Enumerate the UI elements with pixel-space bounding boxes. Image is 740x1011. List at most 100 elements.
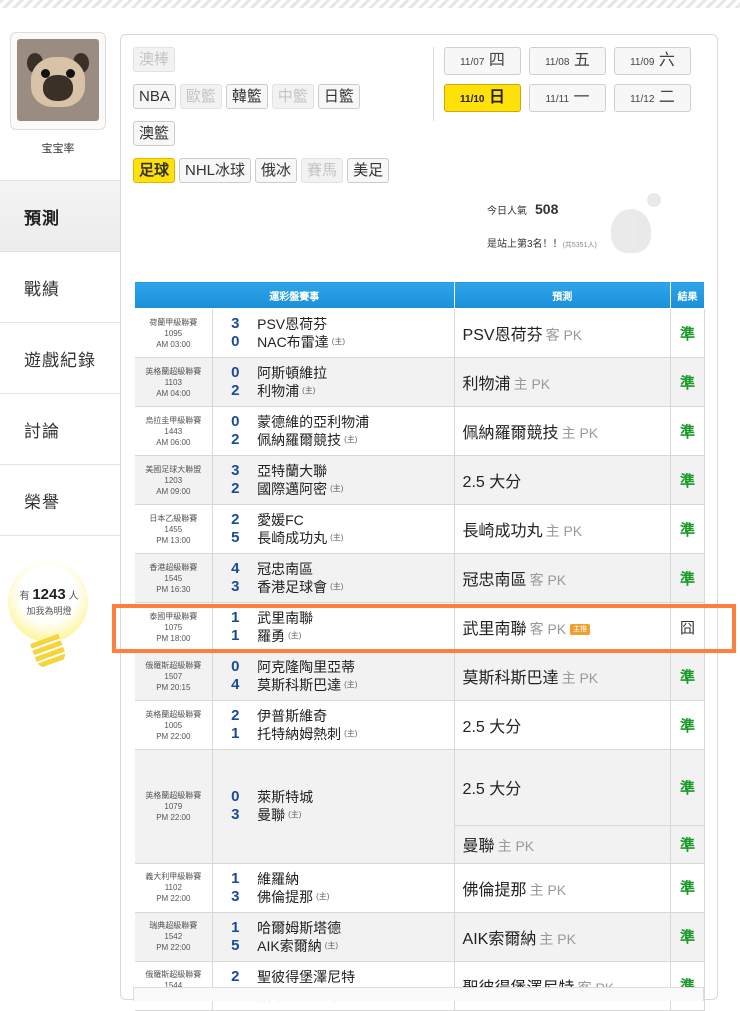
match-league: 英格蘭超級聯賽 xyxy=(145,709,202,719)
date-button[interactable]: 11/10 日 xyxy=(444,84,521,112)
team-name[interactable]: 哈爾姆斯塔德 xyxy=(257,919,341,937)
date-row: 11/07 四 11/08 五 11/09 六 xyxy=(444,47,713,75)
lightbulb-widget[interactable]: 有 1243 人 加我為明燈 xyxy=(8,562,88,672)
team-name[interactable]: 莫斯科斯巴達 xyxy=(257,676,341,694)
result: 準 xyxy=(670,455,706,505)
team-name[interactable]: 武里南聯 xyxy=(257,609,313,627)
team-name[interactable]: 阿克隆陶里亞蒂 xyxy=(257,658,355,676)
team-name[interactable]: 阿斯頓維拉 xyxy=(257,364,327,382)
team-name[interactable]: 維羅納 xyxy=(257,870,299,888)
category-tab[interactable]: 足球 xyxy=(133,158,176,183)
prediction-tag: 主 PK xyxy=(545,523,583,539)
team-name[interactable]: 蒙德維的亞利物浦 xyxy=(257,413,369,431)
team-line: 1 托特納姆熱刺 (主) xyxy=(231,725,453,743)
category-tab[interactable]: 澳籃 xyxy=(133,121,176,146)
team-line: 2 伊普斯維奇 xyxy=(231,707,453,725)
team-name[interactable]: 羅勇 xyxy=(257,627,285,645)
team-name[interactable]: 伊普斯維奇 xyxy=(257,707,327,725)
follow-link[interactable]: 加我為明燈 xyxy=(8,604,90,617)
date-button[interactable]: 11/12 二 xyxy=(614,84,691,112)
team-line: 3 亞特蘭大聯 xyxy=(231,462,453,480)
team-name[interactable]: 利物浦 xyxy=(257,382,299,400)
date-label: 11/07 xyxy=(460,57,485,68)
header-prediction: 預測 xyxy=(453,281,671,309)
team-line: 4 莫斯科斯巴達 (主) xyxy=(231,676,453,694)
date-button[interactable]: 11/11 一 xyxy=(529,84,606,112)
date-button[interactable]: 11/09 六 xyxy=(614,47,691,75)
match-info: 瑞典超級聯賽 1542 PM 22:00 xyxy=(134,912,214,962)
home-tag: (主) xyxy=(344,435,358,444)
avatar-frame[interactable] xyxy=(10,32,106,130)
home-tag: (主) xyxy=(330,484,344,493)
match-info: 俄羅斯超級聯賽1544PM 22:30 xyxy=(134,961,214,1011)
home-tag: (主) xyxy=(331,337,346,346)
team-score: 2 xyxy=(231,967,240,985)
team-name[interactable]: 國際邁阿密 xyxy=(257,480,327,498)
category-tab[interactable]: 美足 xyxy=(347,158,390,183)
date-button[interactable]: 11/07 四 xyxy=(444,47,521,75)
sidebar-item-0[interactable]: 預測 xyxy=(0,180,122,252)
sidebar-item-4[interactable]: 榮譽 xyxy=(0,465,122,536)
teams: 1 武里南聯 1 羅勇 (主) xyxy=(212,602,455,652)
prediction: 武里南聯客 PK 主推 xyxy=(454,602,671,652)
match-code: 1455 xyxy=(164,524,183,534)
date-label: 11/12 xyxy=(630,94,655,105)
result: 準 xyxy=(670,700,706,750)
prediction-pick: PSV恩荷芬 xyxy=(462,327,543,344)
team-name[interactable]: AIK索爾納 xyxy=(257,937,322,955)
avatar[interactable] xyxy=(17,39,99,121)
category-tab[interactable]: 俄冰 xyxy=(255,158,298,183)
result: 準 xyxy=(670,825,706,864)
category-tab[interactable]: NBA xyxy=(133,84,176,109)
match-time: AM 09:00 xyxy=(156,486,191,496)
teams: 1 維羅納 3 佛倫提那 (主) xyxy=(212,863,455,913)
team-score: 2 xyxy=(231,480,240,497)
team-name[interactable]: 曼聯 xyxy=(257,806,285,824)
table-row: 日本乙級聯賽 1455 PM 13:00 2 愛媛FC 5 長崎成功丸 (主) 長崎成功丸主 P… xyxy=(134,504,706,554)
category-tab[interactable]: 日籃 xyxy=(317,84,360,109)
result: 準 xyxy=(670,308,706,358)
team-name[interactable]: 香港足球會 xyxy=(257,578,327,596)
teams: 0 萊斯特城 3 曼聯 (主) xyxy=(212,749,455,864)
team-name[interactable]: 托特納姆熱刺 xyxy=(257,725,341,743)
team-line: 0 阿斯頓維拉 xyxy=(231,364,453,382)
table-row: 香港超級聯賽 1545 PM 16:30 4 冠忠南區 3 香港足球會 (主) 冠忠南區客 PK… xyxy=(134,553,706,603)
team-name[interactable]: 亞特蘭大聯 xyxy=(257,462,327,480)
team-name[interactable]: NAC布雷達 xyxy=(257,333,329,351)
match-league: 烏拉圭甲級聯賽 xyxy=(145,415,202,425)
match-info: 英格蘭超級聯賽 1079 PM 22:00 xyxy=(134,749,214,864)
sidebar-item-1[interactable]: 戰績 xyxy=(0,252,122,323)
team-name[interactable]: 萊斯特城 xyxy=(257,788,313,806)
prediction-tag: 主 PK xyxy=(539,930,576,947)
category-tab: 歐籃 xyxy=(179,84,222,109)
prediction: 2.5 大分 xyxy=(454,700,671,750)
prediction-pick: 2.5 大分 xyxy=(462,781,522,799)
left-sidebar: 宝宝率 預測 戰績 遊戲紀錄 討論 榮譽 有 1243 人 加我為明燈 xyxy=(0,32,122,1000)
sport-categories: 澳棒 NBA 歐籃 韓籃 中籃 日籃 澳籃 足球 NHL冰球 俄冰 賽馬 美足 xyxy=(133,47,428,195)
team-name[interactable]: 聖彼得堡澤尼特 xyxy=(257,968,355,986)
match-league: 香港超級聯賽 xyxy=(149,562,198,572)
prediction-pick: 長崎成功丸 xyxy=(462,523,543,540)
result: 準 xyxy=(670,406,706,456)
teams: 2 愛媛FC 5 長崎成功丸 (主) xyxy=(212,504,455,554)
team-name[interactable]: 愛媛FC xyxy=(257,511,304,529)
date-button[interactable]: 11/08 五 xyxy=(529,47,606,75)
team-name[interactable]: 佩納羅爾競技 xyxy=(257,431,341,449)
team-name[interactable]: 長崎成功丸 xyxy=(257,529,327,547)
sidebar-item-3[interactable]: 討論 xyxy=(0,394,122,465)
table-row: 英格蘭超級聯賽 1079 PM 22:00 0 萊斯特城 3 曼聯 (主) 2.5 大分準 xyxy=(134,749,706,864)
weekday-label: 五 xyxy=(573,52,590,69)
team-name[interactable]: PSV恩荷芬 xyxy=(257,315,327,333)
match-league: 泰國甲級聯賽 xyxy=(149,611,198,621)
prediction: 佩納羅爾競技主 PK xyxy=(454,406,671,456)
date-row: 11/10 日 11/11 一 11/12 二 xyxy=(444,84,713,112)
team-line: 5 長崎成功丸 (主) xyxy=(231,529,453,547)
team-name[interactable]: 冠忠南區 xyxy=(257,560,313,578)
team-name[interactable]: 佛倫提那 xyxy=(257,888,313,906)
match-time: PM 18:00 xyxy=(156,633,191,643)
table-row: 英格蘭超級聯賽 1005 PM 22:00 2 伊普斯維奇 1 托特納姆熱刺 (主) 2.5 大… xyxy=(134,700,706,750)
sidebar-item-2[interactable]: 遊戲紀錄 xyxy=(0,323,122,394)
home-tag: (主) xyxy=(288,631,302,640)
category-tab[interactable]: NHL冰球 xyxy=(179,158,252,183)
category-tab[interactable]: 韓籃 xyxy=(225,84,268,109)
